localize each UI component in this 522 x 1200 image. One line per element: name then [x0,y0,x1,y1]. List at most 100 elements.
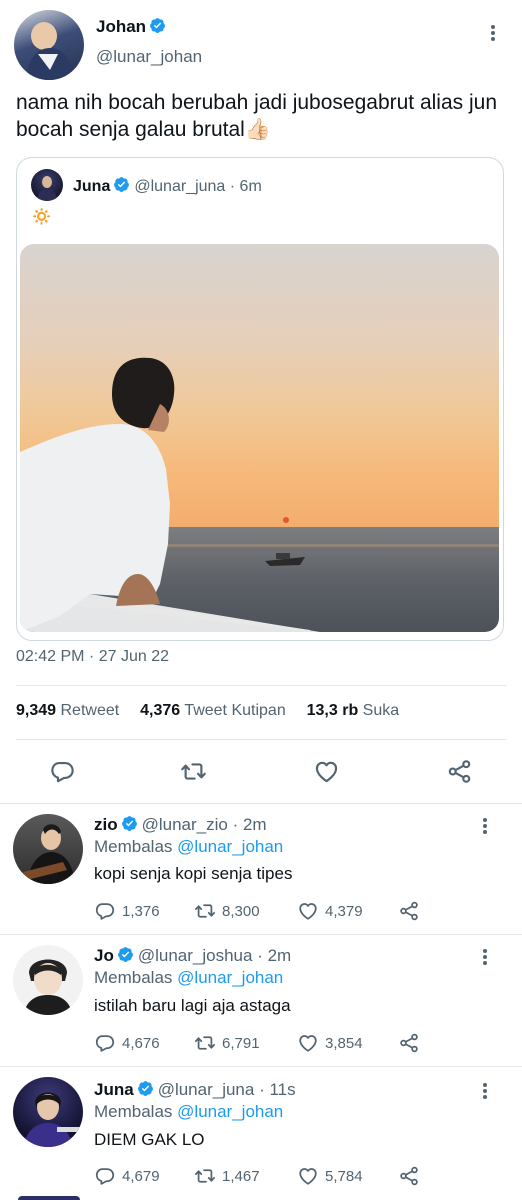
retweet-button[interactable]: 8,300 [194,900,260,922]
reply-avatar-photo [23,824,75,884]
divider [16,739,506,740]
like-icon[interactable] [313,758,340,785]
reply-author-line[interactable]: Jo @lunar_joshua · 2m [94,946,291,966]
verified-badge-icon [113,176,130,193]
reply-text: kopi senja kopi senja tipes [94,864,293,883]
replying-to: Membalas @lunar_johan [94,1102,283,1122]
reply-avatar-photo [23,959,73,1015]
likes-stat[interactable]: 13,3 rb Suka [307,702,400,719]
like-count: 3,854 [325,1034,363,1052]
like-count: 4,379 [325,902,363,920]
retweet-icon [194,900,216,922]
reply-author-name[interactable]: Jo [94,946,114,965]
verified-badge-icon [117,946,134,963]
retweet-count: 6,791 [222,1034,260,1052]
share-icon [398,1032,420,1054]
more-options-icon[interactable] [483,23,503,43]
reply-author-line[interactable]: zio @lunar_zio · 2m [94,815,267,835]
share-button[interactable] [398,900,420,922]
reply-button[interactable]: 4,676 [94,1032,160,1054]
reply-author-handle[interactable]: @lunar_zio [142,815,228,834]
reply-time: · 2m [232,815,267,834]
author-line[interactable]: Johan [96,17,170,37]
retweet-icon[interactable] [180,758,207,785]
more-options-icon[interactable] [475,947,495,967]
reply-avatar[interactable] [13,945,83,1015]
replying-to-label: Membalas [94,968,173,987]
retweet-button[interactable]: 1,467 [194,1165,260,1187]
reply-tweet[interactable]: Jo @lunar_joshua · 2m Membalas @lunar_joh… [0,935,522,1066]
like-button[interactable]: 5,784 [297,1165,363,1187]
share-icon[interactable] [446,758,473,785]
reply-text: istilah baru lagi aja astaga [94,996,291,1015]
reply-time: · 2m [257,946,292,965]
avatar-photo [26,22,74,80]
quoted-time: · 6m [229,178,262,195]
quoted-media-image[interactable] [20,244,499,632]
more-options-icon[interactable] [475,816,495,836]
reply-tweet[interactable]: Juna @lunar_juna · 11s Membalas @lunar_jo… [0,1067,522,1200]
replying-to-mention[interactable]: @lunar_johan [177,1102,283,1121]
share-button[interactable] [398,1032,420,1054]
reply-icon [94,900,116,922]
quoted-author-handle[interactable]: @lunar_juna [134,178,225,195]
reply-author-name[interactable]: zio [94,815,118,834]
reply-avatar-photo [23,1092,81,1147]
reply-icon [94,1165,116,1187]
share-icon [398,1165,420,1187]
quotes-stat[interactable]: 4,376 Tweet Kutipan [140,702,286,719]
reply-icon[interactable] [49,758,76,785]
tweet-timestamp[interactable]: 02:42 PM · 27 Jun 22 [16,648,169,666]
next-reply-avatar[interactable] [18,1196,80,1200]
quoted-avatar-photo [37,176,57,201]
reply-author-handle[interactable]: @lunar_juna [158,1080,255,1099]
avatar[interactable] [14,10,84,80]
retweet-button[interactable]: 6,791 [194,1032,260,1054]
reply-time: · 11s [259,1080,296,1099]
reply-avatar[interactable] [13,1077,83,1147]
reply-author-line[interactable]: Juna @lunar_juna · 11s [94,1080,296,1100]
replying-to-mention[interactable]: @lunar_johan [177,968,283,987]
author-name[interactable]: Johan [96,17,146,36]
retweet-icon [194,1032,216,1054]
like-icon [297,1032,319,1054]
like-button[interactable]: 4,379 [297,900,363,922]
more-options-icon[interactable] [475,1081,495,1101]
retweet-count: 1,467 [222,1167,260,1185]
reply-author-name[interactable]: Juna [94,1080,134,1099]
reply-text: DIEM GAK LO [94,1130,205,1149]
divider [16,685,506,686]
share-button[interactable] [398,1165,420,1187]
replying-to-label: Membalas [94,837,173,856]
reply-author-handle[interactable]: @lunar_joshua [138,946,253,965]
share-icon [398,900,420,922]
quoted-avatar[interactable] [31,169,63,201]
quotes-label: Tweet Kutipan [184,702,286,719]
reply-avatar[interactable] [13,814,83,884]
quoted-author-name[interactable]: Juna [73,178,110,195]
reply-button[interactable]: 4,679 [94,1165,160,1187]
retweets-stat[interactable]: 9,349 Retweet [16,702,119,719]
retweets-count: 9,349 [16,702,57,719]
retweets-label: Retweet [60,702,120,719]
replying-to-label: Membalas [94,1102,173,1121]
reply-action-bar: 4,679 1,467 5,784 [94,1165,424,1189]
reply-button[interactable]: 1,376 [94,900,160,922]
tweet-stats: 9,349 Retweet 4,376 Tweet Kutipan 13,3 r… [16,702,399,720]
tweet-text: nama nih bocah berubah jadi jubosegabrut… [16,89,506,143]
sunset-photo [20,244,499,632]
thumbs-up-emoji: 👍🏻 [244,118,271,141]
likes-count: 13,3 rb [306,702,359,719]
reply-icon [94,1032,116,1054]
like-button[interactable]: 3,854 [297,1032,363,1054]
replying-to-mention[interactable]: @lunar_johan [177,837,283,856]
retweet-count: 8,300 [222,902,260,920]
author-handle[interactable]: @lunar_johan [96,47,202,67]
like-icon [297,900,319,922]
likes-label: Suka [362,702,400,719]
reply-tweet[interactable]: zio @lunar_zio · 2m Membalas @lunar_johan… [0,804,522,934]
verified-badge-icon [137,1080,154,1097]
verified-badge-icon [149,17,166,34]
quoted-author-line[interactable]: Juna @lunar_juna · 6m [73,176,262,196]
reply-action-bar: 1,376 8,300 4,379 [94,900,424,924]
